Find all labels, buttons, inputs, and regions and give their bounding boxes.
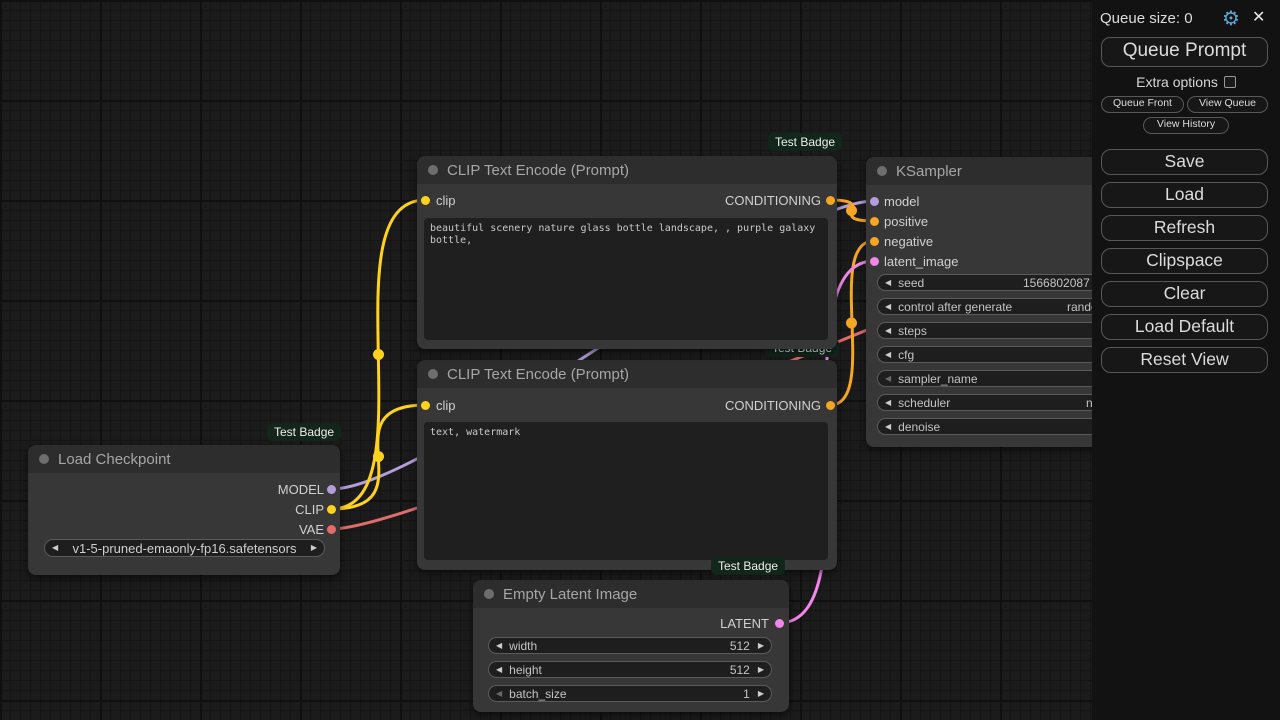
height-widget[interactable]: ◀ height 512 ▶: [488, 661, 772, 678]
extra-options-label: Extra options: [1136, 74, 1218, 90]
widget-label: height: [509, 662, 542, 677]
widget-label: cfg: [898, 347, 915, 362]
clear-button[interactable]: Clear: [1101, 281, 1268, 307]
prompt-textarea[interactable]: text, watermark: [424, 422, 828, 560]
node-load-checkpoint[interactable]: Load Checkpoint MODEL CLIP VAE ◀ v1-5-pr…: [28, 445, 340, 575]
node-status-dot: [877, 166, 887, 176]
widget-label: steps: [898, 323, 927, 338]
conditioning-output-label: CONDITIONING: [724, 193, 821, 208]
increment-arrow-icon[interactable]: ▶: [758, 665, 764, 674]
decrement-arrow-icon[interactable]: ◀: [885, 326, 891, 335]
model-input-label: model: [884, 194, 920, 209]
clipspace-button[interactable]: Clipspace: [1101, 248, 1268, 274]
view-queue-button[interactable]: View Queue: [1187, 96, 1268, 113]
conditioning-output-dot[interactable]: [825, 400, 835, 410]
reset-view-button[interactable]: Reset View: [1101, 347, 1268, 373]
positive-input-label: positive: [884, 214, 929, 229]
conditioning-output-dot[interactable]: [825, 195, 835, 205]
model-output-dot[interactable]: [327, 484, 336, 494]
ckpt-name-widget[interactable]: ◀ v1-5-pruned-emaonly-fp16.safetensors ▶: [44, 539, 325, 557]
widget-value: 512: [729, 662, 750, 677]
negative-input-dot[interactable]: [869, 236, 879, 246]
positive-input-dot[interactable]: [869, 216, 879, 226]
queue-size-label: Queue size: 0: [1100, 10, 1193, 27]
settings-gear-icon[interactable]: ⚙: [1222, 6, 1240, 31]
extra-options-checkbox[interactable]: [1223, 76, 1236, 88]
vae-output-label: VAE: [298, 522, 324, 537]
node-status-dot: [484, 589, 494, 599]
refresh-button[interactable]: Refresh: [1101, 215, 1268, 241]
widget-label: width: [509, 638, 538, 653]
increment-arrow-icon[interactable]: ▶: [758, 689, 764, 698]
node-clip-text-encode-negative[interactable]: CLIP Text Encode (Prompt) clip CONDITION…: [417, 360, 837, 570]
node-clip-text-encode-positive[interactable]: CLIP Text Encode (Prompt) clip CONDITION…: [417, 156, 837, 349]
widget-label: sampler_name: [898, 371, 978, 386]
node-badge: Test Badge: [267, 423, 342, 441]
node-empty-latent-image[interactable]: Empty Latent Image LATENT ◀ width 512 ▶ …: [473, 580, 789, 712]
node-badge: Test Badge: [711, 557, 786, 575]
widget-value: 1: [743, 686, 750, 701]
node-status-dot: [39, 454, 49, 464]
clip-output-dot[interactable]: [327, 504, 336, 514]
width-widget[interactable]: ◀ width 512 ▶: [488, 637, 772, 654]
decrement-arrow-icon[interactable]: ◀: [885, 278, 891, 287]
clip-output-label: CLIP: [295, 502, 324, 517]
prompt-textarea[interactable]: beautiful scenery nature glass bottle la…: [424, 218, 828, 340]
widget-value: 512: [729, 638, 750, 653]
decrement-arrow-icon[interactable]: ◀: [496, 689, 502, 698]
node-title-bar: Load Checkpoint: [28, 445, 340, 473]
next-value-arrow-icon[interactable]: ▶: [311, 544, 317, 552]
latent-output-dot[interactable]: [774, 619, 784, 628]
latent-output-label: LATENT: [720, 616, 769, 631]
vae-output-dot[interactable]: [327, 524, 336, 534]
decrement-arrow-icon[interactable]: ◀: [496, 665, 502, 674]
clip-input-label: clip: [436, 398, 456, 413]
increment-arrow-icon[interactable]: ▶: [758, 641, 764, 650]
node-title: CLIP Text Encode (Prompt): [447, 162, 630, 179]
load-button[interactable]: Load: [1101, 182, 1268, 208]
latent-image-input-dot[interactable]: [869, 256, 879, 266]
node-title: Load Checkpoint: [58, 451, 171, 468]
menu-panel: Queue size: 0 ⚙ ✕ Queue Prompt Extra opt…: [1092, 0, 1280, 720]
negative-input-label: negative: [884, 234, 934, 249]
save-button[interactable]: Save: [1101, 149, 1268, 175]
ckpt-name-value: v1-5-pruned-emaonly-fp16.safetensors: [72, 540, 297, 556]
node-title: Empty Latent Image: [503, 586, 638, 603]
queue-front-button[interactable]: Queue Front: [1101, 96, 1184, 113]
close-icon[interactable]: ✕: [1252, 7, 1265, 27]
widget-label: control after generate: [898, 299, 1013, 314]
load-default-button[interactable]: Load Default: [1101, 314, 1268, 340]
widget-label: seed: [898, 275, 925, 290]
node-title-bar: CLIP Text Encode (Prompt): [417, 156, 837, 184]
latent-image-input-label: latent_image: [884, 254, 959, 269]
node-badge: Test Badge: [768, 133, 843, 151]
decrement-arrow-icon[interactable]: ◀: [496, 641, 502, 650]
widget-value: 1566802087: [1023, 276, 1090, 290]
node-title: KSampler: [896, 163, 962, 180]
decrement-arrow-icon[interactable]: ◀: [885, 374, 891, 383]
clip-input-dot[interactable]: [421, 195, 430, 205]
widget-label: denoise: [898, 419, 941, 434]
widget-label: scheduler: [898, 395, 951, 410]
node-title-bar: Empty Latent Image: [473, 580, 789, 608]
conditioning-output-label: CONDITIONING: [724, 398, 821, 413]
decrement-arrow-icon[interactable]: ◀: [885, 398, 891, 407]
model-output-label: MODEL: [277, 482, 324, 497]
model-input-dot[interactable]: [869, 196, 879, 206]
decrement-arrow-icon[interactable]: ◀: [885, 302, 891, 311]
clip-input-label: clip: [436, 193, 456, 208]
decrement-arrow-icon[interactable]: ◀: [885, 350, 891, 359]
node-title: CLIP Text Encode (Prompt): [447, 366, 630, 383]
node-status-dot: [428, 369, 438, 379]
node-status-dot: [428, 165, 438, 175]
view-history-button[interactable]: View History: [1143, 117, 1229, 134]
node-title-bar: CLIP Text Encode (Prompt): [417, 360, 837, 388]
queue-prompt-button[interactable]: Queue Prompt: [1101, 37, 1268, 67]
widget-label: batch_size: [509, 686, 567, 701]
batch-size-widget[interactable]: ◀ batch_size 1 ▶: [488, 685, 772, 702]
clip-input-dot[interactable]: [421, 400, 430, 410]
decrement-arrow-icon[interactable]: ◀: [885, 422, 891, 431]
